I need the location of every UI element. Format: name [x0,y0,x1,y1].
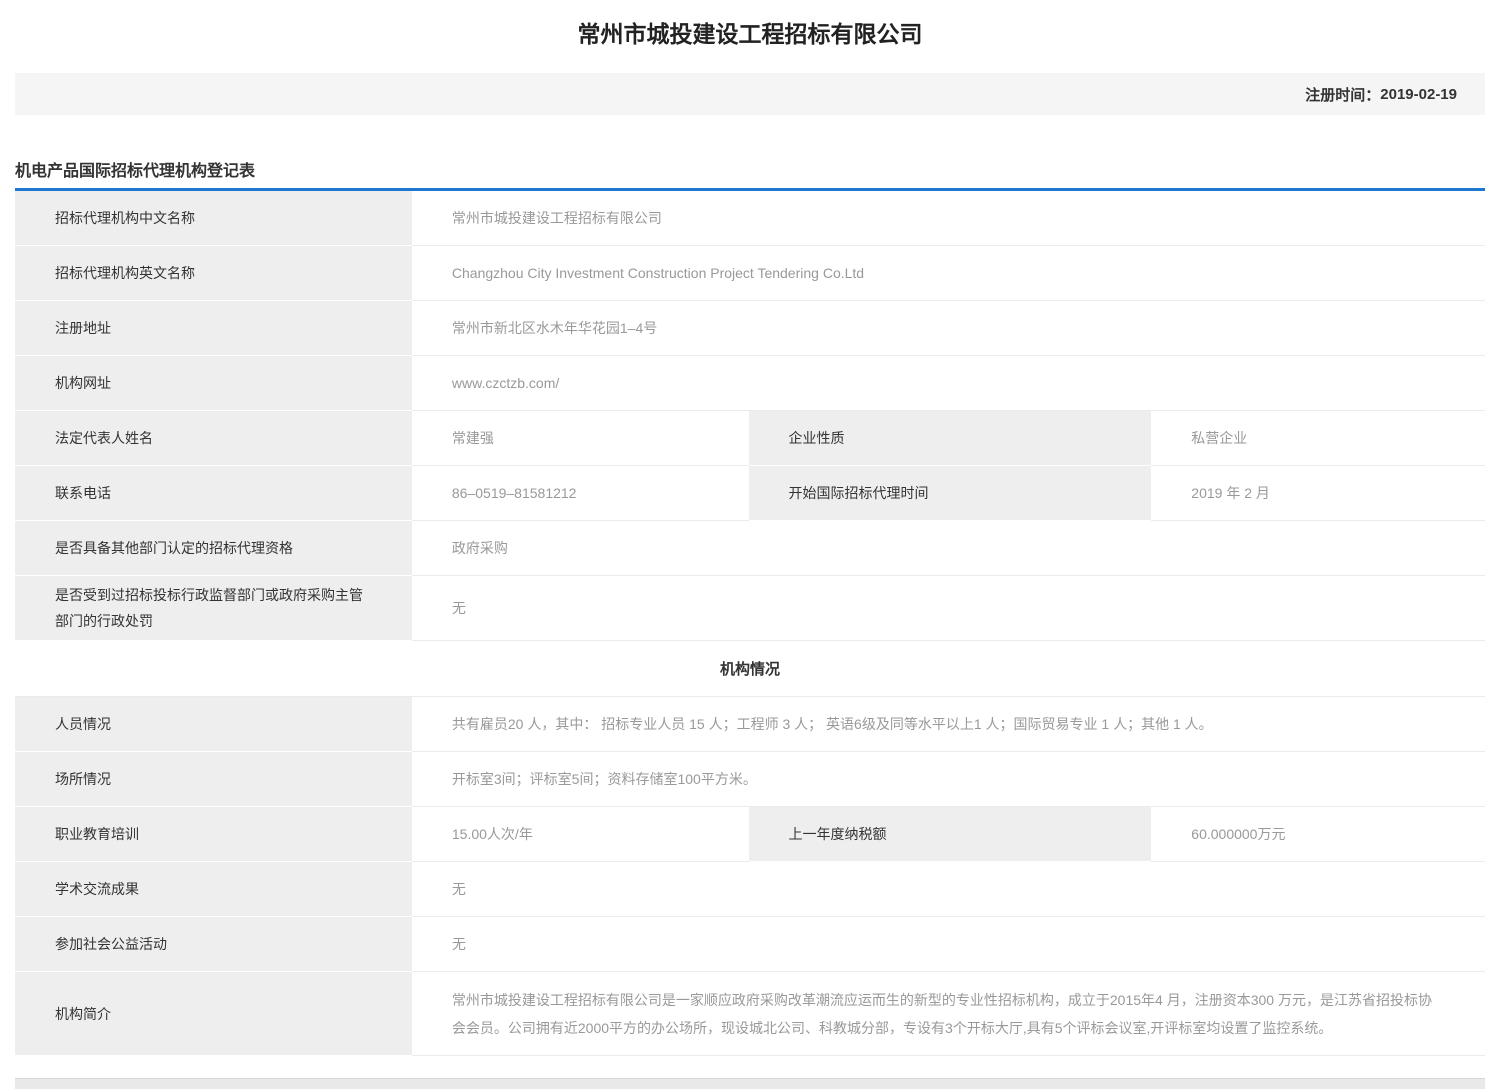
row-label-2: 开始国际招标代理时间 [749,466,1152,521]
row-label: 招标代理机构英文名称 [15,246,412,301]
row-value: 无 [412,917,1485,972]
row-label: 注册地址 [15,301,412,356]
row-value-2: 私营企业 [1151,411,1485,466]
row-label: 是否受到过招标投标行政监督部门或政府采购主管部门的行政处罚 [15,576,412,641]
row-label: 机构简介 [15,972,412,1056]
row-value: 常建强 [412,411,749,466]
row-value: 常州市新北区水木年华花园1–4号 [412,301,1485,356]
table-row-legal-rep: 法定代表人姓名 常建强 企业性质 私营企业 [15,411,1485,466]
table-section-header: 机构情况 [15,641,1485,697]
row-value-2: 2019 年 2 月 [1151,466,1485,521]
page-content: 常州市城投建设工程招标有限公司 注册时间： 2019-02-19 机电产品国际招… [15,20,1485,1089]
register-time-label: 注册时间： [1305,84,1380,105]
row-value: 15.00人次/年 [412,807,749,862]
row-value: 共有雇员20 人，其中： 招标专业人员 15 人；工程师 3 人； 英语6级及同… [412,697,1485,752]
register-time-value: 2019-02-19 [1380,86,1457,103]
row-label: 人员情况 [15,697,412,752]
table-row-phone: 联系电话 86–0519–81581212 开始国际招标代理时间 2019 年 … [15,466,1485,521]
row-value: 无 [412,576,1485,641]
row-label: 职业教育培训 [15,807,412,862]
row-label: 是否具备其他部门认定的招标代理资格 [15,521,412,576]
row-value: 政府采购 [412,521,1485,576]
row-value: 常州市城投建设工程招标有限公司 [412,191,1485,246]
row-label: 参加社会公益活动 [15,917,412,972]
row-value: 常州市城投建设工程招标有限公司是一家顺应政府采购改革潮流应运而生的新型的专业性招… [412,972,1485,1056]
table-row-qualification: 是否具备其他部门认定的招标代理资格 政府采购 [15,521,1485,576]
table-row-academic: 学术交流成果 无 [15,862,1485,917]
table-row-charity: 参加社会公益活动 无 [15,917,1485,972]
row-label: 学术交流成果 [15,862,412,917]
table-row-cn-name: 招标代理机构中文名称 常州市城投建设工程招标有限公司 [15,191,1485,246]
table-row-training: 职业教育培训 15.00人次/年 上一年度纳税额 60.000000万元 [15,807,1485,862]
table-row-staff: 人员情况 共有雇员20 人，其中： 招标专业人员 15 人；工程师 3 人； 英… [15,697,1485,752]
row-value: 无 [412,862,1485,917]
table-row-address: 注册地址 常州市新北区水木年华花园1–4号 [15,301,1485,356]
section-title: 机电产品国际招标代理机构登记表 [15,157,1485,181]
bottom-divider-bar [15,1078,1485,1089]
row-label: 机构网址 [15,356,412,411]
website-url: www.czctzb.com/ [412,356,1485,411]
table-row-penalty: 是否受到过招标投标行政监督部门或政府采购主管部门的行政处罚 无 [15,576,1485,641]
row-label: 场所情况 [15,752,412,807]
page-title: 常州市城投建设工程招标有限公司 [15,20,1485,48]
row-label-2: 企业性质 [749,411,1152,466]
table-row-intro: 机构简介 常州市城投建设工程招标有限公司是一家顺应政府采购改革潮流应运而生的新型… [15,972,1485,1056]
row-value: Changzhou City Investment Construction P… [412,246,1485,301]
table-row-en-name: 招标代理机构英文名称 Changzhou City Investment Con… [15,246,1485,301]
row-value: 86–0519–81581212 [412,466,749,521]
row-label-2: 上一年度纳税额 [749,807,1152,862]
register-time-bar: 注册时间： 2019-02-19 [15,73,1485,115]
table-row-venue: 场所情况 开标室3间；评标室5间；资料存储室100平方米。 [15,752,1485,807]
row-label: 招标代理机构中文名称 [15,191,412,246]
table-row-website: 机构网址 www.czctzb.com/ [15,356,1485,411]
row-value: 开标室3间；评标室5间；资料存储室100平方米。 [412,752,1485,807]
registration-table: 招标代理机构中文名称 常州市城投建设工程招标有限公司 招标代理机构英文名称 Ch… [15,188,1485,1056]
row-label: 联系电话 [15,466,412,521]
row-label: 法定代表人姓名 [15,411,412,466]
row-value-2: 60.000000万元 [1151,807,1485,862]
